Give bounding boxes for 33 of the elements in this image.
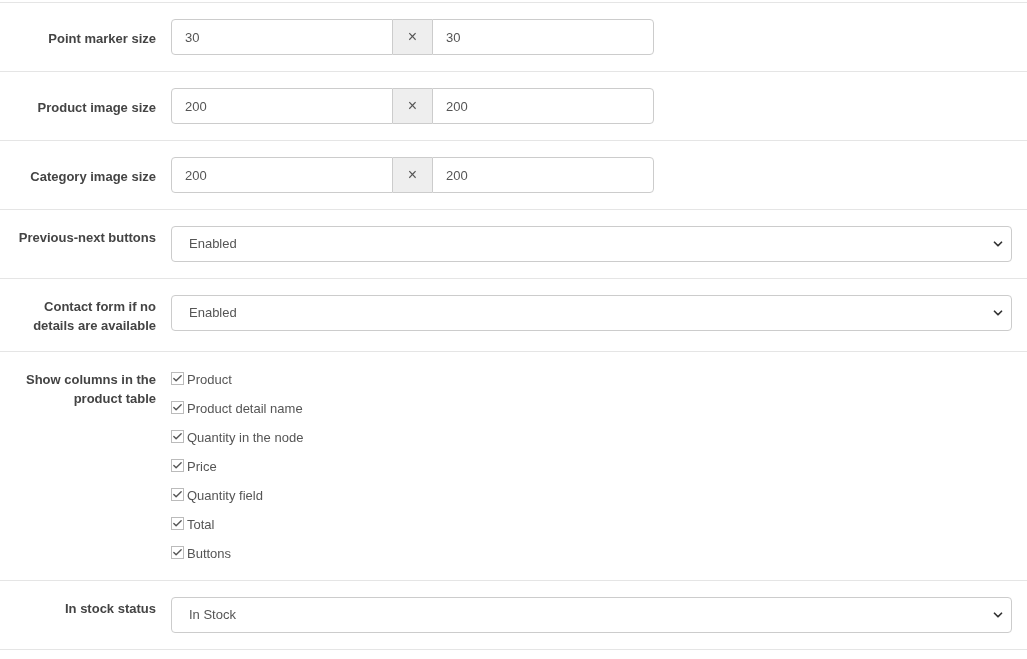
checkbox[interactable] <box>171 487 184 501</box>
checkbox-label: Price <box>187 458 217 477</box>
setting-label: Point marker size <box>48 30 156 48</box>
checkbox[interactable] <box>171 516 184 530</box>
setting-label: Contact form if no details are available <box>32 298 156 335</box>
setting-label: Show columns in the product table <box>25 371 156 408</box>
checkbox-label: Product <box>187 371 232 390</box>
width-input-field[interactable]: 30 <box>171 19 393 55</box>
setting-label: Previous-next buttons <box>18 229 156 247</box>
multiply-sign: × <box>393 157 432 193</box>
checkbox-label: Product detail name <box>187 400 303 419</box>
checkbox[interactable] <box>171 429 184 443</box>
checkbox[interactable] <box>171 545 184 559</box>
checkbox-label: Total <box>187 516 215 535</box>
height-input-field[interactable]: 30 <box>432 19 654 55</box>
setting-label: In stock status <box>64 600 156 618</box>
multiply-sign: × <box>393 88 432 124</box>
checkbox[interactable] <box>171 400 184 414</box>
checkbox[interactable] <box>171 371 184 385</box>
height-input-field[interactable]: 200 <box>432 157 654 193</box>
multiply-sign: × <box>393 19 432 55</box>
select-dropdown[interactable]: Enabled <box>171 226 1012 262</box>
width-input-field[interactable]: 200 <box>171 88 393 124</box>
checkbox-label: Buttons <box>187 545 232 564</box>
width-input-field[interactable]: 200 <box>171 157 393 193</box>
select-dropdown[interactable]: Enabled <box>171 295 1012 331</box>
height-input-field[interactable]: 200 <box>432 88 654 124</box>
checkbox-label: Quantity in the node <box>187 429 304 448</box>
checkbox-label: Quantity field <box>187 487 263 506</box>
setting-label: Product image size <box>37 99 156 117</box>
select-dropdown[interactable]: In Stock <box>171 597 1012 633</box>
checkbox[interactable] <box>171 458 184 472</box>
setting-label: Category image size <box>30 168 156 186</box>
